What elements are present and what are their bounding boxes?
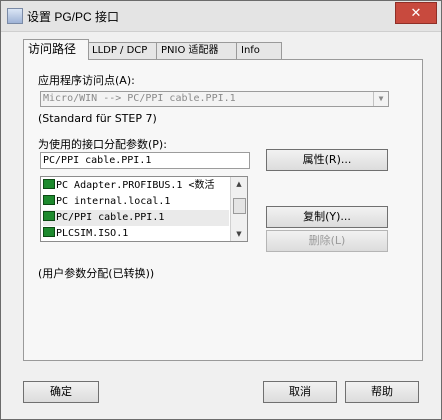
chevron-down-icon[interactable]: ▼ (373, 92, 388, 106)
list-item-label: PC Adapter.PROFIBUS.1 <数活 (56, 180, 215, 191)
help-button[interactable]: 帮助 (345, 381, 419, 403)
footer-note: (用户参数分配(已转换)) (38, 267, 155, 280)
close-button[interactable]: ✕ (395, 2, 437, 24)
app-access-point-label: 应用程序访问点(A): (38, 74, 135, 87)
tab-pnio-adapter[interactable]: PNIO 适配器 (156, 42, 237, 60)
list-item[interactable]: PLCSIM.ISO.1 (43, 226, 229, 241)
properties-button[interactable]: 属性(R)... (266, 149, 388, 171)
list-item[interactable]: PC Adapter.PROFIBUS.1 <数活 (43, 178, 229, 194)
app-access-point-value: Micro/WIN --> PC/PPI cable.PPI.1 (43, 93, 236, 104)
tab-access-path[interactable]: 访问路径 (23, 39, 89, 60)
delete-button[interactable]: 删除(L) (266, 230, 388, 252)
param-assign-label: 为使用的接口分配参数(P): (38, 138, 167, 151)
app-access-point-select[interactable]: Micro/WIN --> PC/PPI cable.PPI.1 ▼ (40, 91, 389, 107)
interface-list[interactable]: PC Adapter.PROFIBUS.1 <数活 PC internal.lo… (40, 176, 248, 242)
cancel-button[interactable]: 取消 (263, 381, 337, 403)
list-item-label: PC internal.local.1 (56, 196, 171, 207)
dialog-window: 设置 PG/PC 接口 ✕ 访问路径 LLDP / DCP PNIO 适配器 I… (0, 0, 442, 420)
app-icon (7, 8, 23, 24)
standard-note: (Standard für STEP 7) (38, 112, 157, 125)
tab-lldp-dcp[interactable]: LLDP / DCP (87, 42, 157, 60)
list-scrollbar[interactable]: ▲ ▼ (230, 177, 247, 241)
copy-button[interactable]: 复制(Y)... (266, 206, 388, 228)
list-item-label: PC/PPI cable.PPI.1 (56, 212, 165, 223)
param-assign-field[interactable]: PC/PPI cable.PPI.1 (40, 152, 250, 169)
tab-info[interactable]: Info (236, 42, 282, 60)
scroll-thumb[interactable] (233, 198, 246, 214)
network-adapter-icon (43, 195, 55, 205)
window-title: 设置 PG/PC 接口 (27, 10, 120, 24)
ok-button[interactable]: 确定 (23, 381, 99, 403)
scroll-down-icon[interactable]: ▼ (231, 227, 247, 241)
list-item[interactable]: PC/PPI cable.PPI.1 (43, 210, 229, 226)
list-item[interactable]: PC internal.local.1 (43, 194, 229, 210)
list-item-label: PLCSIM.ISO.1 (56, 228, 129, 239)
close-icon: ✕ (410, 5, 422, 20)
network-adapter-icon (43, 227, 55, 237)
access-path-panel: 应用程序访问点(A): Micro/WIN --> PC/PPI cable.P… (23, 59, 423, 361)
title-bar[interactable]: 设置 PG/PC 接口 ✕ (1, 1, 441, 32)
network-adapter-icon (43, 211, 55, 221)
network-adapter-icon (43, 179, 55, 189)
scroll-up-icon[interactable]: ▲ (231, 177, 247, 191)
